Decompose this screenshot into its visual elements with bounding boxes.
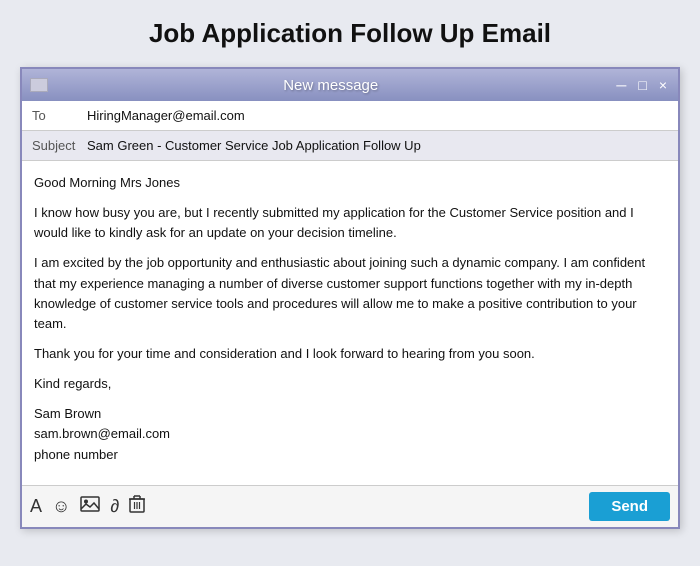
body-paragraph: I know how busy you are, but I recently … bbox=[34, 203, 666, 243]
email-body[interactable]: Good Morning Mrs Jones I know how busy yo… bbox=[22, 161, 678, 485]
send-button[interactable]: Send bbox=[589, 492, 670, 521]
body-paragraph: Thank you for your time and consideratio… bbox=[34, 344, 666, 364]
page-title: Job Application Follow Up Email bbox=[149, 18, 551, 49]
title-bar: New message ─ □ × bbox=[22, 69, 678, 101]
window-controls: ─ □ × bbox=[613, 77, 670, 93]
image-icon[interactable] bbox=[80, 496, 100, 517]
attach-icon[interactable]: ∂ bbox=[110, 496, 119, 517]
to-field-row: To HiringManager@email.com bbox=[22, 101, 678, 131]
close-button[interactable]: × bbox=[656, 77, 670, 93]
subject-label: Subject bbox=[32, 138, 87, 153]
maximize-button[interactable]: □ bbox=[635, 77, 649, 93]
minimize-button[interactable]: ─ bbox=[613, 77, 629, 93]
body-paragraph: Kind regards, bbox=[34, 374, 666, 394]
window-title: New message bbox=[48, 77, 613, 94]
toolbar: A ☺ ∂ bbox=[22, 485, 678, 527]
subject-value[interactable]: Sam Green - Customer Service Job Applica… bbox=[87, 138, 421, 153]
to-label: To bbox=[32, 108, 87, 123]
body-paragraph: Sam Brownsam.brown@email.comphone number bbox=[34, 404, 666, 464]
title-bar-left bbox=[30, 78, 48, 92]
to-value[interactable]: HiringManager@email.com bbox=[87, 108, 245, 123]
body-paragraph: Good Morning Mrs Jones bbox=[34, 173, 666, 193]
email-window-icon bbox=[30, 78, 48, 92]
font-icon[interactable]: A bbox=[30, 496, 42, 517]
emoji-icon[interactable]: ☺ bbox=[52, 496, 70, 517]
email-window: New message ─ □ × To HiringManager@email… bbox=[20, 67, 680, 529]
subject-field-row: Subject Sam Green - Customer Service Job… bbox=[22, 131, 678, 161]
body-paragraph: I am excited by the job opportunity and … bbox=[34, 253, 666, 334]
delete-icon[interactable] bbox=[129, 495, 145, 518]
toolbar-icons: A ☺ ∂ bbox=[30, 495, 145, 518]
